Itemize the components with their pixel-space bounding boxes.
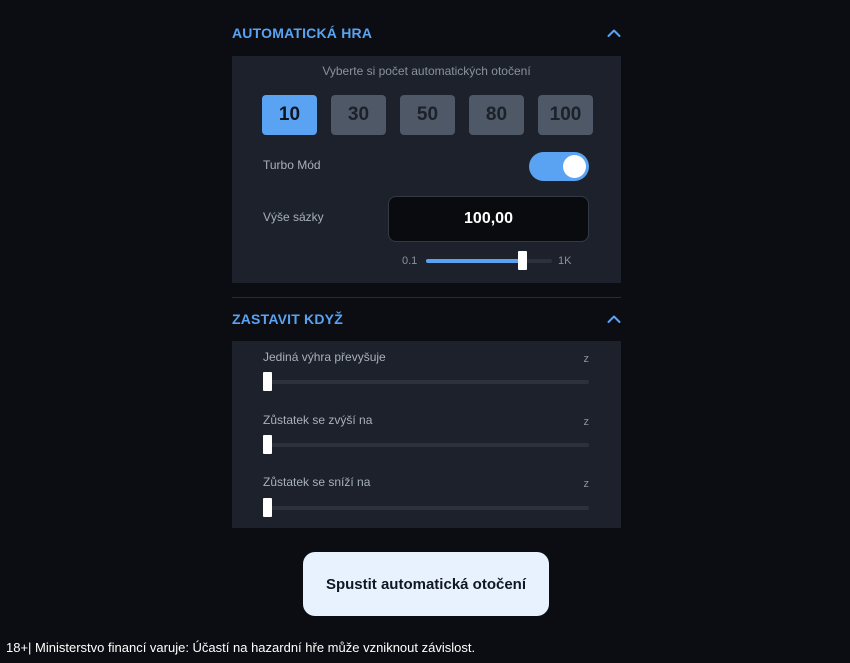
- autoplay-panel: Vyberte si počet automatických otočení 1…: [232, 56, 621, 283]
- bet-amount-label: Výše sázky: [263, 210, 324, 224]
- spin-count-80-button[interactable]: 80: [469, 95, 524, 135]
- chevron-up-icon[interactable]: [607, 28, 621, 38]
- stop-single-win-unit: z: [583, 353, 590, 365]
- autoplay-subtitle: Vyberte si počet automatických otočení: [322, 64, 531, 78]
- bet-range-min: 0.1: [402, 255, 418, 267]
- bet-range-max: 1K: [558, 255, 572, 267]
- stop-balance-up-unit: z: [583, 416, 590, 428]
- stop-conditions-header[interactable]: ZASTAVIT KDYŽ: [232, 305, 621, 333]
- autoplay-title: AUTOMATICKÁ HRA: [232, 25, 373, 41]
- section-divider: [232, 297, 621, 298]
- spin-count-options: 10 30 50 80 100: [262, 95, 593, 135]
- toggle-knob: [563, 155, 586, 178]
- stop-balance-up-label: Zůstatek se zvýší na: [263, 413, 373, 427]
- bet-amount-input[interactable]: 100,00: [388, 196, 589, 242]
- stop-single-win-thumb[interactable]: [263, 372, 272, 391]
- stop-balance-down-label: Zůstatek se sníží na: [263, 475, 371, 489]
- stop-balance-up-slider[interactable]: [263, 435, 589, 454]
- stop-conditions-panel: Jediná výhra převyšuje z Zůstatek se zvý…: [232, 341, 621, 528]
- bet-slider-fill: [426, 259, 522, 263]
- turbo-mode-label: Turbo Mód: [263, 158, 321, 172]
- start-autoplay-button[interactable]: Spustit automatická otočení: [303, 552, 549, 616]
- stop-balance-down-unit: z: [583, 478, 590, 490]
- spin-count-100-button[interactable]: 100: [538, 95, 593, 135]
- bet-slider-thumb[interactable]: [517, 251, 527, 270]
- turbo-mode-toggle[interactable]: [529, 152, 589, 181]
- stop-balance-down-thumb[interactable]: [263, 498, 272, 517]
- stop-single-win-slider[interactable]: [263, 372, 589, 391]
- stop-single-win-label: Jediná výhra převyšuje: [263, 350, 386, 364]
- gambling-warning: 18+| Ministerstvo financí varuje: Účastí…: [6, 640, 476, 655]
- stop-balance-down-slider[interactable]: [263, 498, 589, 517]
- stop-balance-up-thumb[interactable]: [263, 435, 272, 454]
- spin-count-10-button[interactable]: 10: [262, 95, 317, 135]
- spin-count-50-button[interactable]: 50: [400, 95, 455, 135]
- spin-count-30-button[interactable]: 30: [331, 95, 386, 135]
- stop-conditions-title: ZASTAVIT KDYŽ: [232, 311, 343, 327]
- autoplay-header[interactable]: AUTOMATICKÁ HRA: [232, 19, 621, 47]
- bet-slider-track[interactable]: [426, 251, 552, 270]
- chevron-up-icon[interactable]: [607, 314, 621, 324]
